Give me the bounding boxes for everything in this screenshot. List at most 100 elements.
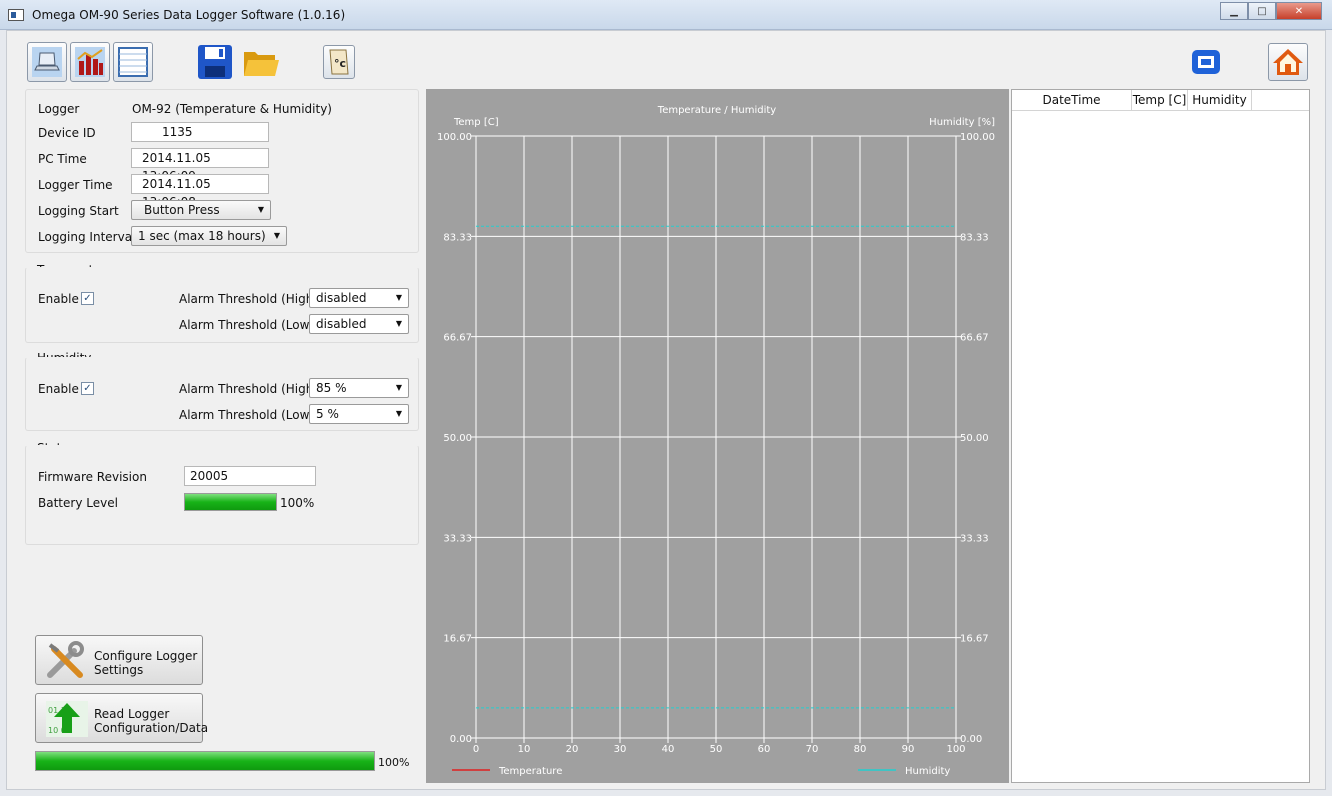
humidity-high-value: 85 % <box>316 381 347 395</box>
chevron-down-icon: ▼ <box>395 383 402 392</box>
maximize-button[interactable]: □ <box>1248 2 1276 20</box>
y-tick-label-right: 33.33 <box>960 533 989 544</box>
chart-view-button[interactable] <box>70 42 110 82</box>
temperature-enable-label: Enable <box>38 292 79 306</box>
temperature-low-value: disabled <box>316 317 367 331</box>
status-panel: Firmware Revision 20005 Battery Level 10… <box>25 445 419 545</box>
celsius-scroll-icon: °c <box>329 49 349 75</box>
x-tick-label: 40 <box>662 744 675 755</box>
transfer-progress-fill <box>36 752 374 770</box>
y-tick-label-right: 100.00 <box>960 132 995 143</box>
save-icon <box>198 45 232 79</box>
humidity-enable-checkbox[interactable]: ✓ <box>81 382 94 395</box>
title-bar: Omega OM-90 Series Data Logger Software … <box>0 0 1332 30</box>
x-tick-label: 30 <box>614 744 627 755</box>
x-tick-label: 80 <box>854 744 867 755</box>
data-table[interactable]: DateTime Temp [C] Humidity <box>1011 89 1310 783</box>
humidity-panel: Enable ✓ Alarm Threshold (High) 85 % ▼ A… <box>25 357 419 431</box>
configure-label-1: Configure Logger <box>94 649 198 663</box>
table-view-button[interactable] <box>113 42 153 82</box>
x-tick-label: 50 <box>710 744 723 755</box>
temperature-enable-checkbox[interactable]: ✓ <box>81 292 94 305</box>
logging-interval-select[interactable]: 1 sec (max 18 hours) ▼ <box>131 226 287 246</box>
temperature-high-select[interactable]: disabled ▼ <box>309 288 409 308</box>
column-header-temp[interactable]: Temp [C] <box>1132 90 1188 111</box>
y-tick-label-left: 0.00 <box>450 734 472 745</box>
humidity-low-label: Alarm Threshold (Low) <box>179 408 315 422</box>
logger-panel: Logger OM-92 (Temperature & Humidity) De… <box>25 89 419 253</box>
window-title: Omega OM-90 Series Data Logger Software … <box>32 8 346 22</box>
window-controls: ▁ □ ✕ <box>1220 2 1322 20</box>
logger-time-label: Logger Time <box>38 178 113 192</box>
x-tick-label: 10 <box>518 744 531 755</box>
temperature-panel: Enable ✓ Alarm Threshold (High) disabled… <box>25 267 419 343</box>
transfer-progress-bar <box>35 751 375 771</box>
chevron-down-icon: ▼ <box>273 231 280 240</box>
save-button[interactable] <box>195 42 235 82</box>
column-header-humidity[interactable]: Humidity <box>1188 90 1252 111</box>
temperature-low-label: Alarm Threshold (Low) <box>179 318 315 332</box>
battery-level-fill <box>185 494 276 510</box>
pc-time-field[interactable]: 2014.11.05 13:06:09 <box>131 148 269 183</box>
device-id-label: Device ID <box>38 126 96 140</box>
y-tick-label-left: 66.67 <box>443 333 472 344</box>
chevron-down-icon: ▼ <box>395 409 402 418</box>
humidity-enable-label: Enable <box>38 382 79 396</box>
open-button[interactable] <box>241 42 281 82</box>
transfer-progress-text: 100% <box>378 756 410 769</box>
logging-start-value: Button Press <box>144 203 220 217</box>
connect-button[interactable] <box>1189 45 1223 79</box>
chart-area: Temperature / Humidity Temp [C] Humidity [… <box>426 89 1009 783</box>
main-window: °c Logger OM-92 (Temperature & Humidity)… <box>6 30 1326 790</box>
upload-data-icon: 01 10 10 01 <box>46 701 88 737</box>
home-icon <box>1273 49 1303 75</box>
firmware-label: Firmware Revision <box>38 470 147 484</box>
read-label-2: Configuration/Data <box>94 721 209 735</box>
table-header: DateTime Temp [C] Humidity <box>1012 90 1309 111</box>
bar-chart-icon <box>75 47 105 77</box>
chart-title: Temperature / Humidity <box>657 105 776 116</box>
minimize-button[interactable]: ▁ <box>1220 2 1248 20</box>
x-tick-label: 100 <box>946 744 965 755</box>
configure-logger-button[interactable]: Configure Logger Settings <box>35 635 203 685</box>
humidity-high-label: Alarm Threshold (High) <box>179 382 319 396</box>
x-tick-label: 70 <box>806 744 819 755</box>
temperature-humidity-chart: Temperature / Humidity Temp [C] Humidity [… <box>437 105 995 777</box>
device-id-field[interactable]: 1135 <box>131 122 269 142</box>
pc-time-label: PC Time <box>38 152 87 166</box>
x-tick-label: 60 <box>758 744 771 755</box>
humidity-low-select[interactable]: 5 % ▼ <box>309 404 409 424</box>
y-tick-label-left: 16.67 <box>443 634 472 645</box>
temperature-high-value: disabled <box>316 291 367 305</box>
y-tick-label-left: 83.33 <box>443 232 472 243</box>
battery-label: Battery Level <box>38 496 118 510</box>
read-logger-button[interactable]: 01 10 10 01 Read Logger Configuration/Da… <box>35 693 208 743</box>
y-tick-label-right: 16.67 <box>960 634 989 645</box>
x-tick-label: 0 <box>473 744 479 755</box>
y-tick-label-right: 83.33 <box>960 232 989 243</box>
laptop-icon <box>32 47 62 77</box>
logging-start-select[interactable]: Button Press ▼ <box>131 200 271 220</box>
home-button[interactable] <box>1268 43 1308 81</box>
temperature-low-select[interactable]: disabled ▼ <box>309 314 409 334</box>
y-tick-label-left: 33.33 <box>443 533 472 544</box>
firmware-field[interactable]: 20005 <box>184 466 316 486</box>
column-header-datetime[interactable]: DateTime <box>1012 90 1132 111</box>
y-tick-label-left: 50.00 <box>443 433 472 444</box>
humidity-low-value: 5 % <box>316 407 339 421</box>
units-button[interactable]: °c <box>323 45 355 79</box>
logger-time-field[interactable]: 2014.11.05 13:06:08 <box>131 174 269 209</box>
y-tick-label-right: 50.00 <box>960 433 989 444</box>
battery-level-bar <box>184 493 277 511</box>
laptop-button[interactable] <box>27 42 67 82</box>
logging-interval-value: 1 sec (max 18 hours) <box>138 229 266 243</box>
y-tick-label-right: 66.67 <box>960 333 989 344</box>
celsius-label: °c <box>334 57 346 70</box>
chevron-down-icon: ▼ <box>257 205 264 214</box>
right-axis-label: Humidity [%] <box>929 117 995 128</box>
app-icon <box>8 9 24 21</box>
close-button[interactable]: ✕ <box>1276 2 1322 20</box>
read-label-1: Read Logger <box>94 707 170 721</box>
open-folder-icon <box>244 52 279 76</box>
humidity-high-select[interactable]: 85 % ▼ <box>309 378 409 398</box>
